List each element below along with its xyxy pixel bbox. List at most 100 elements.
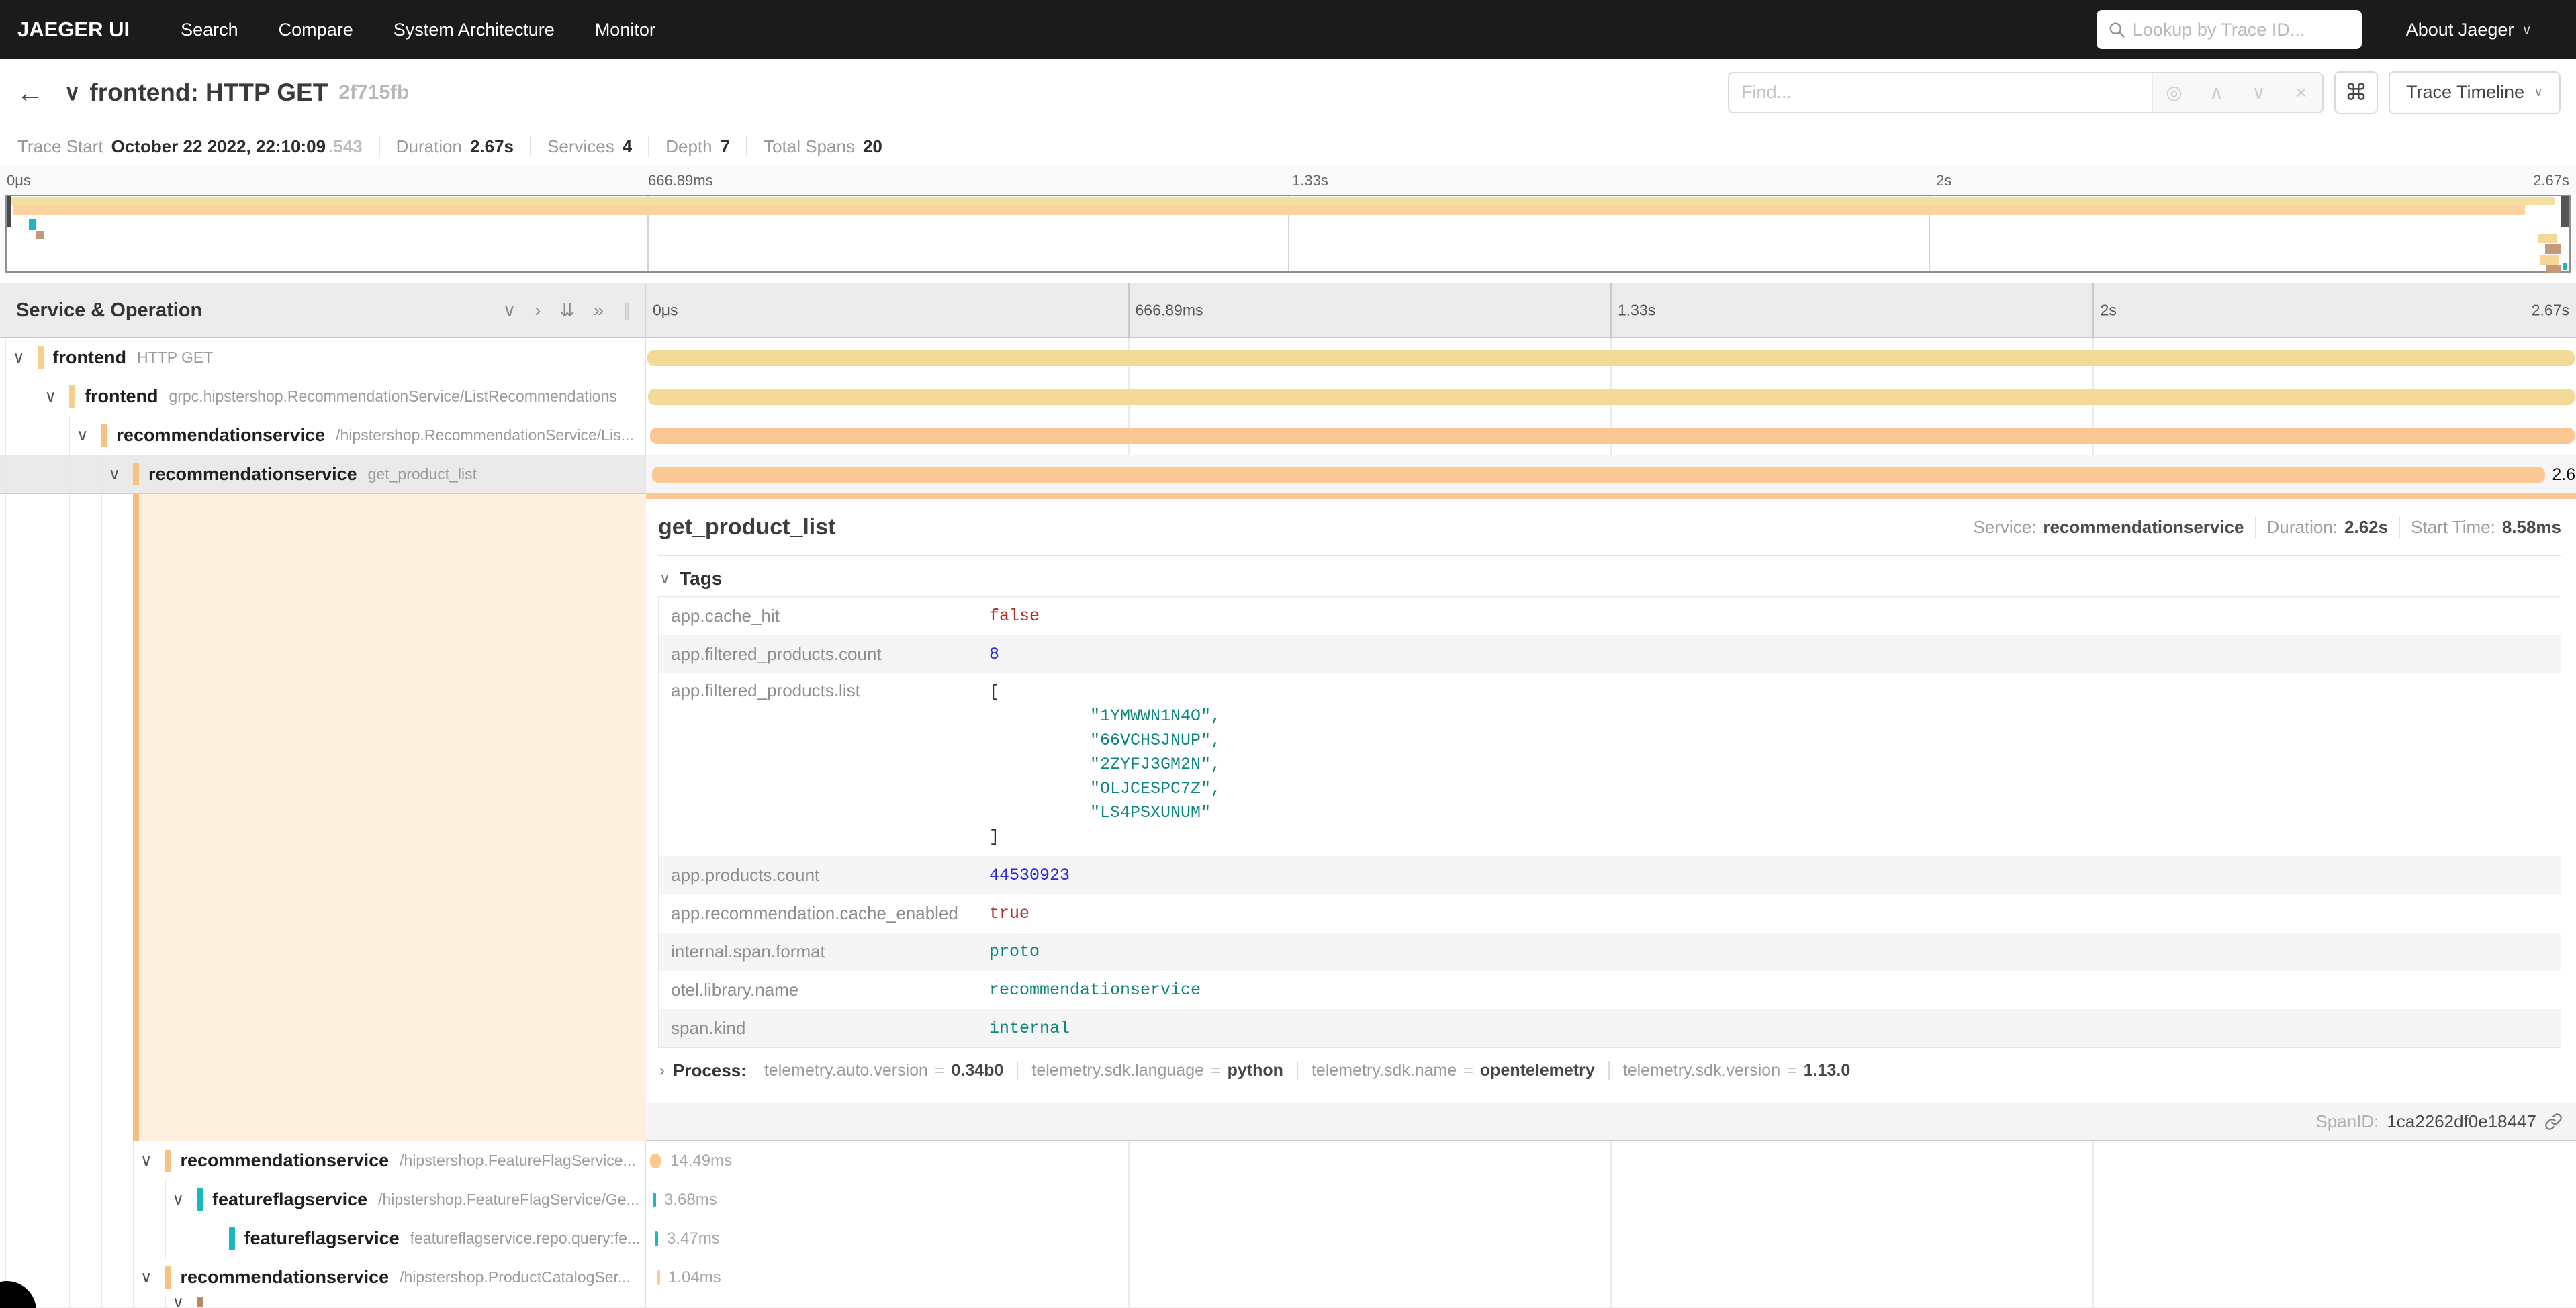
find-input[interactable] [1729,73,2152,112]
column-resize-grip[interactable]: ∥ [623,300,631,321]
detail-start-time: Start Time: 8.58ms [2399,517,2561,538]
clear-find-icon[interactable]: × [2280,73,2322,112]
process-kv: telemetry.auto.version = 0.34b0 [751,1061,1017,1080]
span-bar[interactable] [650,428,2575,444]
span-bar[interactable] [648,389,2575,405]
span-bar[interactable] [650,1154,661,1168]
span-row[interactable]: ∨ recommendationservice /hipstershop.Rec… [0,416,2576,455]
span-bar[interactable] [647,350,2575,366]
span-operation: /hipstershop.FeatureFlagService/Ge... [378,1190,639,1209]
span-service: frontend [53,347,126,368]
span-duration-label: 14.49ms [670,1152,732,1170]
span-duration-label: 3.68ms [664,1190,717,1209]
span-row[interactable]: ∨ recommendationservice /hipstershop.Pro… [0,1258,2576,1297]
find-bar: ◎ ∧ ∨ × [1728,72,2324,113]
span-row[interactable]: ∨ featureflagservice /hipstershop.Featur… [0,1180,2576,1219]
ruler-tick: 0μs [653,301,678,320]
summary-duration: Duration 2.67s [379,136,530,157]
span-detail-row: get_product_list Service: recommendation… [0,494,2576,1141]
spacer [0,271,2576,283]
minimap-span-bar [2538,234,2557,243]
process-kv: telemetry.sdk.version = 1.13.0 [1608,1061,1864,1080]
expand-one-icon[interactable]: › [535,300,541,321]
app-logo[interactable]: JAEGER UI [17,17,130,42]
prev-match-icon[interactable]: ∧ [2195,73,2238,112]
tag-row: internal.span.format proto [659,933,2561,971]
span-service: frontend [85,386,158,407]
minimap-span-bar [2540,255,2559,265]
span-operation: get_product_list [368,465,477,483]
back-arrow-icon[interactable]: ← [16,77,44,109]
focus-match-icon[interactable]: ◎ [2153,73,2195,112]
span-operation: grpc.hipstershop.RecommendationService/L… [169,387,616,406]
tag-row: app.cache_hit false [659,597,2561,635]
nav-item-monitor[interactable]: Monitor [575,19,676,40]
trace-title: frontend: HTTP GET [89,79,328,107]
summary-services: Services 4 [530,136,648,157]
chevron-down-icon: ∨ [659,570,670,588]
span-operation: /hipstershop.RecommendationService/Lis..… [336,426,634,445]
span-row[interactable]: ∨ frontend grpc.hipstershop.Recommendati… [0,377,2576,416]
about-jaeger-menu[interactable]: About Jaeger ∨ [2406,19,2532,40]
collapse-trace-chevron-icon[interactable]: ∨ [64,80,80,105]
chevron-down-icon[interactable]: ∨ [77,426,89,445]
minimap-viewport[interactable] [5,195,2571,273]
trace-view-selector[interactable]: Trace Timeline ∨ [2389,71,2561,114]
span-operation: /hipstershop.FeatureFlagService... [400,1152,636,1170]
next-match-icon[interactable]: ∨ [2238,73,2280,112]
span-row[interactable]: ∨ frontend HTTP GET [0,338,2576,377]
span-color-swatch [197,1297,203,1308]
span-color-swatch [69,385,75,408]
detail-duration: Duration: 2.62s [2255,517,2399,538]
service-operation-label: Service & Operation [16,299,202,322]
span-row[interactable]: ∨ recommendationservice /hipstershop.Fea… [0,1141,2576,1180]
search-icon [2107,20,2126,39]
summary-trace-start: Trace Start October 22 2022, 22:10:09 .5… [17,136,379,157]
span-service: recommendationservice [181,1150,389,1171]
collapse-all-icon[interactable]: ⇊ [559,300,575,321]
keyboard-shortcuts-button[interactable]: ⌘ [2334,71,2378,114]
minimap-left-drag-handle[interactable] [7,196,11,227]
span-service: featureflagservice [244,1228,400,1249]
collapse-one-icon[interactable]: ∨ [503,300,516,321]
chevron-down-icon[interactable]: ∨ [173,1297,185,1308]
chevron-down-icon[interactable]: ∨ [109,465,121,484]
minimap-tick: 1.33s [1292,172,1328,189]
chevron-down-icon[interactable]: ∨ [45,387,57,406]
span-row-partial[interactable]: ∨ [0,1297,2576,1308]
minimap-right-drag-handle[interactable] [2561,196,2569,227]
expand-all-icon[interactable]: » [594,300,604,321]
chevron-down-icon[interactable]: ∨ [140,1151,152,1170]
tag-row: otel.library.name recommendationservice [659,971,2561,1009]
span-service: featureflagservice [212,1189,367,1210]
trace-minimap: 0μs 666.89ms 1.33s 2s 2.67s [0,167,2576,271]
span-row-selected[interactable]: ∨ recommendationservice get_product_list… [0,455,2576,494]
process-kv: telemetry.sdk.name = opentelemetry [1297,1061,1608,1080]
summary-total-spans: Total Spans 20 [746,136,899,157]
chevron-down-icon[interactable]: ∨ [13,348,25,367]
copy-link-icon[interactable] [2544,1113,2563,1131]
nav-item-search[interactable]: Search [160,19,259,40]
span-bar[interactable] [655,1231,658,1246]
tags-section-toggle[interactable]: ∨ Tags [658,556,2561,596]
span-detail-panel: get_product_list Service: recommendation… [646,494,2576,1141]
chevron-down-icon[interactable]: ∨ [140,1268,152,1287]
detail-operation-name: get_product_list [658,514,835,541]
tag-row: app.recommendation.cache_enabled true [659,894,2561,933]
detail-hierarchy-gutter [0,494,646,1141]
trace-lookup-input[interactable] [2133,19,2351,40]
span-id-footer: SpanID: 1ca2262df0e18447 [646,1103,2576,1140]
process-kv: telemetry.sdk.language = python [1017,1061,1297,1080]
span-bar[interactable] [653,1193,656,1207]
minimap-span-bar [36,231,44,239]
process-section-toggle[interactable]: › Process: telemetry.auto.version = 0.34… [658,1060,2561,1081]
span-operation: /hipstershop.ProductCatalogSer... [400,1268,631,1287]
nav-item-compare[interactable]: Compare [259,19,373,40]
span-bar[interactable] [657,1270,660,1285]
span-bar[interactable] [652,467,2545,483]
minimap-tick: 0μs [7,172,31,189]
span-row[interactable]: featureflagservice featureflagservice.re… [0,1219,2576,1258]
chevron-down-icon[interactable]: ∨ [173,1190,185,1209]
span-table-header: Service & Operation ∨ › ⇊ » ∥ 0μs 666.89… [0,283,2576,338]
nav-item-system-architecture[interactable]: System Architecture [373,19,575,40]
